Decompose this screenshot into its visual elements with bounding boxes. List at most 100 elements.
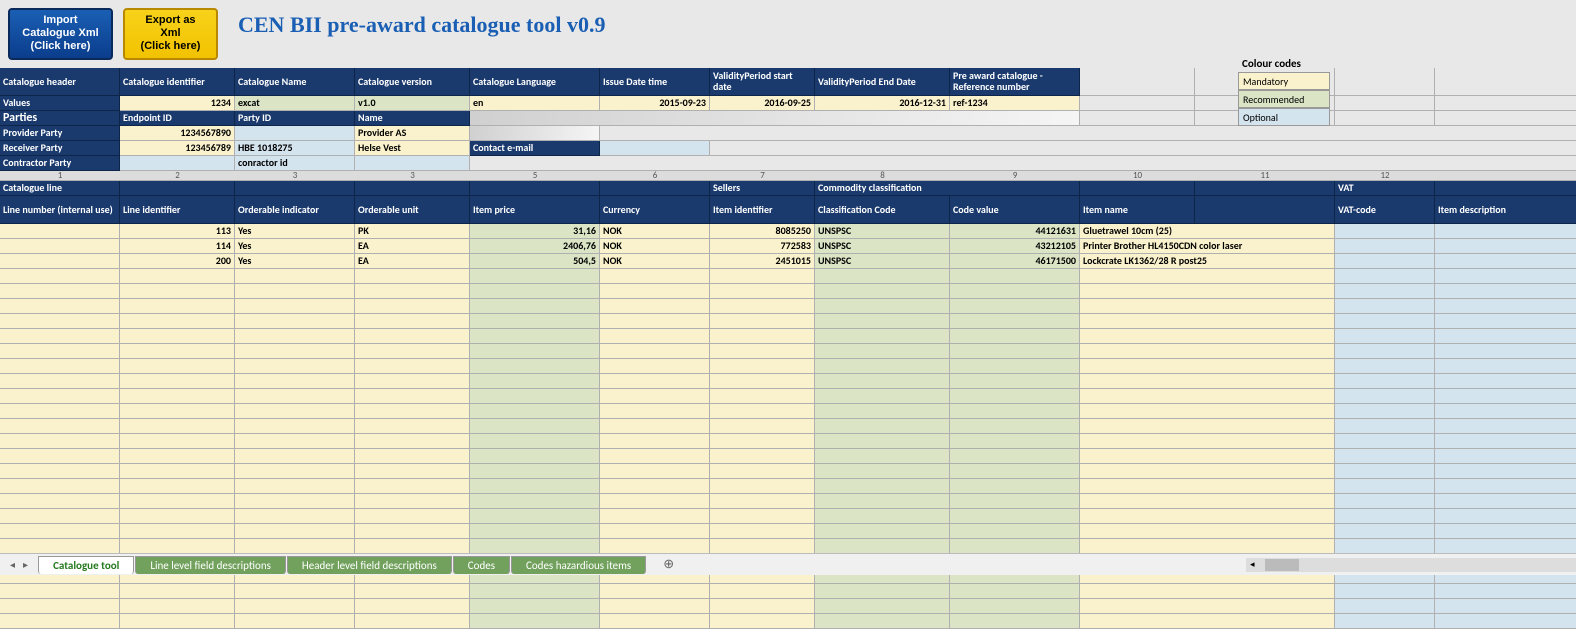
orderable-indicator[interactable] <box>235 269 355 284</box>
classification-code[interactable]: UNSPSC <box>815 224 950 239</box>
currency[interactable]: NOK <box>600 239 710 254</box>
orderable-indicator[interactable] <box>235 374 355 389</box>
classification-code[interactable] <box>815 599 950 614</box>
receiver-name[interactable]: Helse Vest <box>355 141 470 156</box>
vat-code[interactable] <box>1335 539 1435 554</box>
classification-code[interactable] <box>815 269 950 284</box>
val-validity-start[interactable]: 2016-09-25 <box>710 96 815 111</box>
item-identifier[interactable]: 772583 <box>710 239 815 254</box>
vat-code[interactable] <box>1335 464 1435 479</box>
line-identifier[interactable] <box>120 494 235 509</box>
item-identifier[interactable] <box>710 539 815 554</box>
code-value[interactable] <box>950 449 1080 464</box>
item-name[interactable] <box>1080 284 1335 299</box>
line-number[interactable] <box>0 614 120 629</box>
orderable-indicator[interactable] <box>235 494 355 509</box>
line-number[interactable] <box>0 464 120 479</box>
orderable-unit[interactable] <box>355 614 470 629</box>
item-price[interactable] <box>470 509 600 524</box>
item-name[interactable] <box>1080 359 1335 374</box>
vat-code[interactable] <box>1335 374 1435 389</box>
item-description[interactable] <box>1435 284 1576 299</box>
orderable-indicator[interactable] <box>235 599 355 614</box>
currency[interactable] <box>600 419 710 434</box>
val-catalogue-language[interactable]: en <box>470 96 600 111</box>
item-description[interactable] <box>1435 494 1576 509</box>
line-number[interactable] <box>0 584 120 599</box>
line-number[interactable] <box>0 494 120 509</box>
orderable-unit[interactable] <box>355 584 470 599</box>
vat-code[interactable] <box>1335 524 1435 539</box>
item-name[interactable] <box>1080 479 1335 494</box>
code-value[interactable] <box>950 434 1080 449</box>
item-name[interactable] <box>1080 434 1335 449</box>
code-value[interactable] <box>950 389 1080 404</box>
vat-code[interactable] <box>1335 584 1435 599</box>
item-name[interactable] <box>1080 449 1335 464</box>
receiver-party-id[interactable]: HBE 1018275 <box>235 141 355 156</box>
item-identifier[interactable] <box>710 614 815 629</box>
export-button[interactable]: Export as Xml (Click here) <box>123 8 218 60</box>
vat-code[interactable] <box>1335 224 1435 239</box>
vat-code[interactable] <box>1335 269 1435 284</box>
item-name[interactable] <box>1080 614 1335 629</box>
currency[interactable] <box>600 269 710 284</box>
contractor-party-id[interactable]: conractor id <box>235 156 355 171</box>
line-identifier[interactable] <box>120 614 235 629</box>
item-description[interactable] <box>1435 434 1576 449</box>
val-validity-end[interactable]: 2016-12-31 <box>815 96 950 111</box>
orderable-unit[interactable]: EA <box>355 239 470 254</box>
item-identifier[interactable] <box>710 299 815 314</box>
item-price[interactable] <box>470 584 600 599</box>
vat-code[interactable] <box>1335 434 1435 449</box>
item-price[interactable]: 504,5 <box>470 254 600 269</box>
line-number[interactable] <box>0 434 120 449</box>
item-identifier[interactable]: 2451015 <box>710 254 815 269</box>
vat-code[interactable] <box>1335 509 1435 524</box>
item-name[interactable] <box>1080 464 1335 479</box>
item-description[interactable] <box>1435 314 1576 329</box>
line-number[interactable] <box>0 539 120 554</box>
item-description[interactable] <box>1435 509 1576 524</box>
currency[interactable] <box>600 329 710 344</box>
line-identifier[interactable] <box>120 539 235 554</box>
classification-code[interactable] <box>815 434 950 449</box>
item-description[interactable] <box>1435 479 1576 494</box>
code-value[interactable] <box>950 284 1080 299</box>
orderable-indicator[interactable] <box>235 404 355 419</box>
item-name[interactable] <box>1080 374 1335 389</box>
vat-code[interactable] <box>1335 284 1435 299</box>
item-price[interactable] <box>470 449 600 464</box>
orderable-unit[interactable] <box>355 494 470 509</box>
item-identifier[interactable] <box>710 404 815 419</box>
vat-code[interactable] <box>1335 419 1435 434</box>
line-identifier[interactable] <box>120 584 235 599</box>
vat-code[interactable] <box>1335 299 1435 314</box>
currency[interactable]: NOK <box>600 254 710 269</box>
line-identifier[interactable] <box>120 434 235 449</box>
val-issue-date[interactable]: 2015-09-23 <box>600 96 710 111</box>
orderable-unit[interactable] <box>355 449 470 464</box>
line-identifier[interactable]: 114 <box>120 239 235 254</box>
currency[interactable] <box>600 449 710 464</box>
line-identifier[interactable] <box>120 269 235 284</box>
line-number[interactable] <box>0 449 120 464</box>
item-price[interactable] <box>470 599 600 614</box>
item-identifier[interactable] <box>710 494 815 509</box>
import-button[interactable]: Import Catalogue Xml (Click here) <box>8 8 113 60</box>
classification-code[interactable] <box>815 419 950 434</box>
line-number[interactable] <box>0 419 120 434</box>
classification-code[interactable] <box>815 614 950 629</box>
currency[interactable] <box>600 509 710 524</box>
currency[interactable] <box>600 359 710 374</box>
vat-code[interactable] <box>1335 329 1435 344</box>
currency[interactable] <box>600 299 710 314</box>
code-value[interactable] <box>950 374 1080 389</box>
code-value[interactable] <box>950 509 1080 524</box>
item-price[interactable] <box>470 539 600 554</box>
vat-code[interactable] <box>1335 239 1435 254</box>
item-identifier[interactable] <box>710 599 815 614</box>
item-price[interactable] <box>470 269 600 284</box>
sheet-tab[interactable]: Header level field descriptions <box>287 556 452 574</box>
val-catalogue-version[interactable]: v1.0 <box>355 96 470 111</box>
